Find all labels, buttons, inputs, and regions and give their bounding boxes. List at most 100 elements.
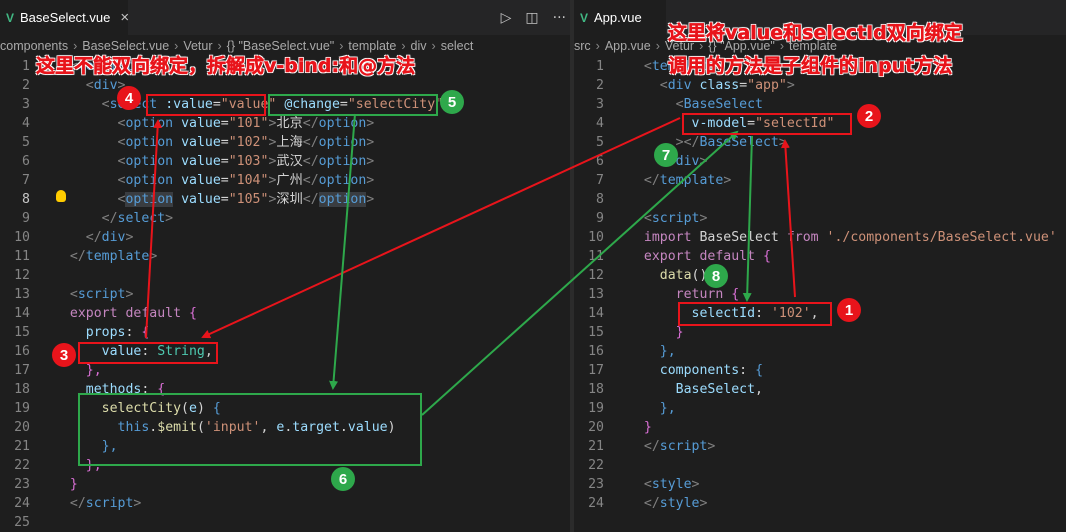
code-line[interactable]: 4 <option value="101">北京</option> — [0, 114, 570, 133]
code-line[interactable]: 21 }, — [0, 437, 570, 456]
code-line[interactable]: 4 v-model="selectId" — [574, 114, 1066, 133]
code-line[interactable]: 5 <option value="102">上海</option> — [0, 133, 570, 152]
code-token: props — [85, 325, 126, 340]
tab-label: App.vue — [594, 10, 642, 25]
tab-baseselect-vue[interactable]: V BaseSelect.vue × — [0, 0, 129, 35]
breadcrumb-item[interactable]: components — [0, 39, 68, 53]
code-line[interactable]: 8 <option value="105">深圳</option> — [0, 190, 570, 209]
code-line[interactable]: 1 <template> — [574, 57, 1066, 76]
code-line[interactable]: 9 <script> — [574, 209, 1066, 228]
code-line[interactable]: 13 return { — [574, 285, 1066, 304]
code-line[interactable]: 11 export default { — [574, 247, 1066, 266]
code-token: script — [77, 287, 126, 302]
split-editor-icon[interactable]: ◫ — [525, 10, 538, 26]
code-token: : — [141, 344, 158, 359]
code-token: selectId — [691, 306, 756, 321]
code-line[interactable]: 6 </div> — [574, 152, 1066, 171]
code-line[interactable]: 2 <div> — [0, 76, 570, 95]
line-number: 7 — [596, 173, 604, 188]
code-token: target — [292, 420, 340, 435]
code-line[interactable]: 17 components: { — [574, 361, 1066, 380]
code-line[interactable]: 21 </script> — [574, 437, 1066, 456]
code-line[interactable]: 3 <BaseSelect — [574, 95, 1066, 114]
code-line[interactable]: 19 selectCity(e) { — [0, 399, 570, 418]
breadcrumb-item[interactable]: template — [789, 39, 837, 53]
code-line[interactable]: 25 — [0, 513, 570, 532]
more-actions-icon[interactable]: ··· — [553, 10, 566, 26]
breadcrumb-item[interactable]: {} "BaseSelect.vue" — [227, 39, 335, 53]
line-number: 18 — [14, 382, 30, 397]
code-line[interactable]: 20 } — [574, 418, 1066, 437]
code-text: } — [30, 475, 78, 494]
code-token: : — [755, 306, 771, 321]
breadcrumb-separator-icon: › — [217, 39, 222, 53]
code-token: @change — [284, 97, 340, 112]
code-line[interactable]: 14 selectId: '102', — [574, 304, 1066, 323]
code-token: </ — [69, 496, 86, 511]
code-token: < — [643, 477, 652, 492]
code-token: () — [691, 268, 716, 283]
code-editor[interactable]: 1 <template> 2 <div> 3 <select :value="val… — [0, 57, 570, 532]
code-line[interactable]: 22 — [574, 456, 1066, 475]
code-token: ) — [196, 401, 213, 416]
code-line[interactable]: 19 }, — [574, 399, 1066, 418]
breadcrumb-item[interactable]: App.vue — [605, 39, 651, 53]
code-line[interactable]: 18 BaseSelect, — [574, 380, 1066, 399]
code-token: "102" — [228, 135, 269, 150]
lightbulb-icon[interactable] — [56, 190, 66, 202]
code-line[interactable]: 22 }, — [0, 456, 570, 475]
code-editor[interactable]: 1 <template> 2 <div class="app"> 3 <BaseSe… — [574, 57, 1066, 532]
code-line[interactable]: 16 }, — [574, 342, 1066, 361]
line-number: 10 — [14, 230, 30, 245]
breadcrumb-item[interactable]: select — [441, 39, 474, 53]
code-line[interactable]: 15 props: { — [0, 323, 570, 342]
code-line[interactable]: 16 value: String, — [0, 342, 570, 361]
code-line[interactable]: 20 this.$emit('input', e.target.value) — [0, 418, 570, 437]
code-token: } — [69, 477, 78, 492]
code-line[interactable]: 1 <template> — [0, 57, 570, 76]
breadcrumb-item[interactable]: Vetur — [183, 39, 212, 53]
breadcrumb-item[interactable]: Vetur — [665, 39, 694, 53]
code-line[interactable]: 2 <div class="app"> — [574, 76, 1066, 95]
code-line[interactable]: 5 ></BaseSelect> — [574, 133, 1066, 152]
code-token: 深圳 — [276, 192, 303, 207]
code-line[interactable]: 15 } — [574, 323, 1066, 342]
code-line[interactable]: 17 }, — [0, 361, 570, 380]
code-line[interactable]: 24 </script> — [0, 494, 570, 513]
code-line[interactable]: 6 <option value="103">武汉</option> — [0, 152, 570, 171]
code-line[interactable]: 7 </template> — [574, 171, 1066, 190]
code-line[interactable]: 23 } — [0, 475, 570, 494]
code-line[interactable]: 9 </select> — [0, 209, 570, 228]
breadcrumb-item[interactable]: src — [574, 39, 591, 53]
close-icon[interactable]: × — [120, 9, 129, 26]
breadcrumb-item[interactable]: BaseSelect.vue — [82, 39, 169, 53]
code-line[interactable]: 13 <script> — [0, 285, 570, 304]
code-line[interactable]: 3 <select :value="value" @change="select… — [0, 95, 570, 114]
breadcrumb-item[interactable]: {} "App.vue" — [708, 39, 775, 53]
run-icon[interactable]: ▷ — [501, 10, 512, 26]
tab-app-vue[interactable]: V App.vue — [574, 0, 666, 35]
code-token: < — [643, 211, 652, 226]
code-token: 广州 — [276, 173, 303, 188]
code-line[interactable]: 8 — [574, 190, 1066, 209]
code-line[interactable]: 14 export default { — [0, 304, 570, 323]
code-token: return — [675, 287, 724, 302]
code-line[interactable]: 10 import BaseSelect from './components/… — [574, 228, 1066, 247]
code-line[interactable]: 24 </style> — [574, 494, 1066, 513]
code-line[interactable]: 18 methods: { — [0, 380, 570, 399]
code-line[interactable]: 7 <option value="104">广州</option> — [0, 171, 570, 190]
code-text: <div> — [30, 76, 126, 95]
code-line[interactable]: 23 <style> — [574, 475, 1066, 494]
breadcrumb-item[interactable]: div — [411, 39, 427, 53]
code-line[interactable]: 11 </template> — [0, 247, 570, 266]
code-token: </ — [101, 211, 118, 226]
code-text: selectId: '102', — [604, 304, 819, 323]
code-line[interactable]: 12 data() { — [574, 266, 1066, 285]
breadcrumb-item[interactable]: template — [348, 39, 396, 53]
code-line[interactable]: 12 — [0, 266, 570, 285]
code-line[interactable]: 10 </div> — [0, 228, 570, 247]
